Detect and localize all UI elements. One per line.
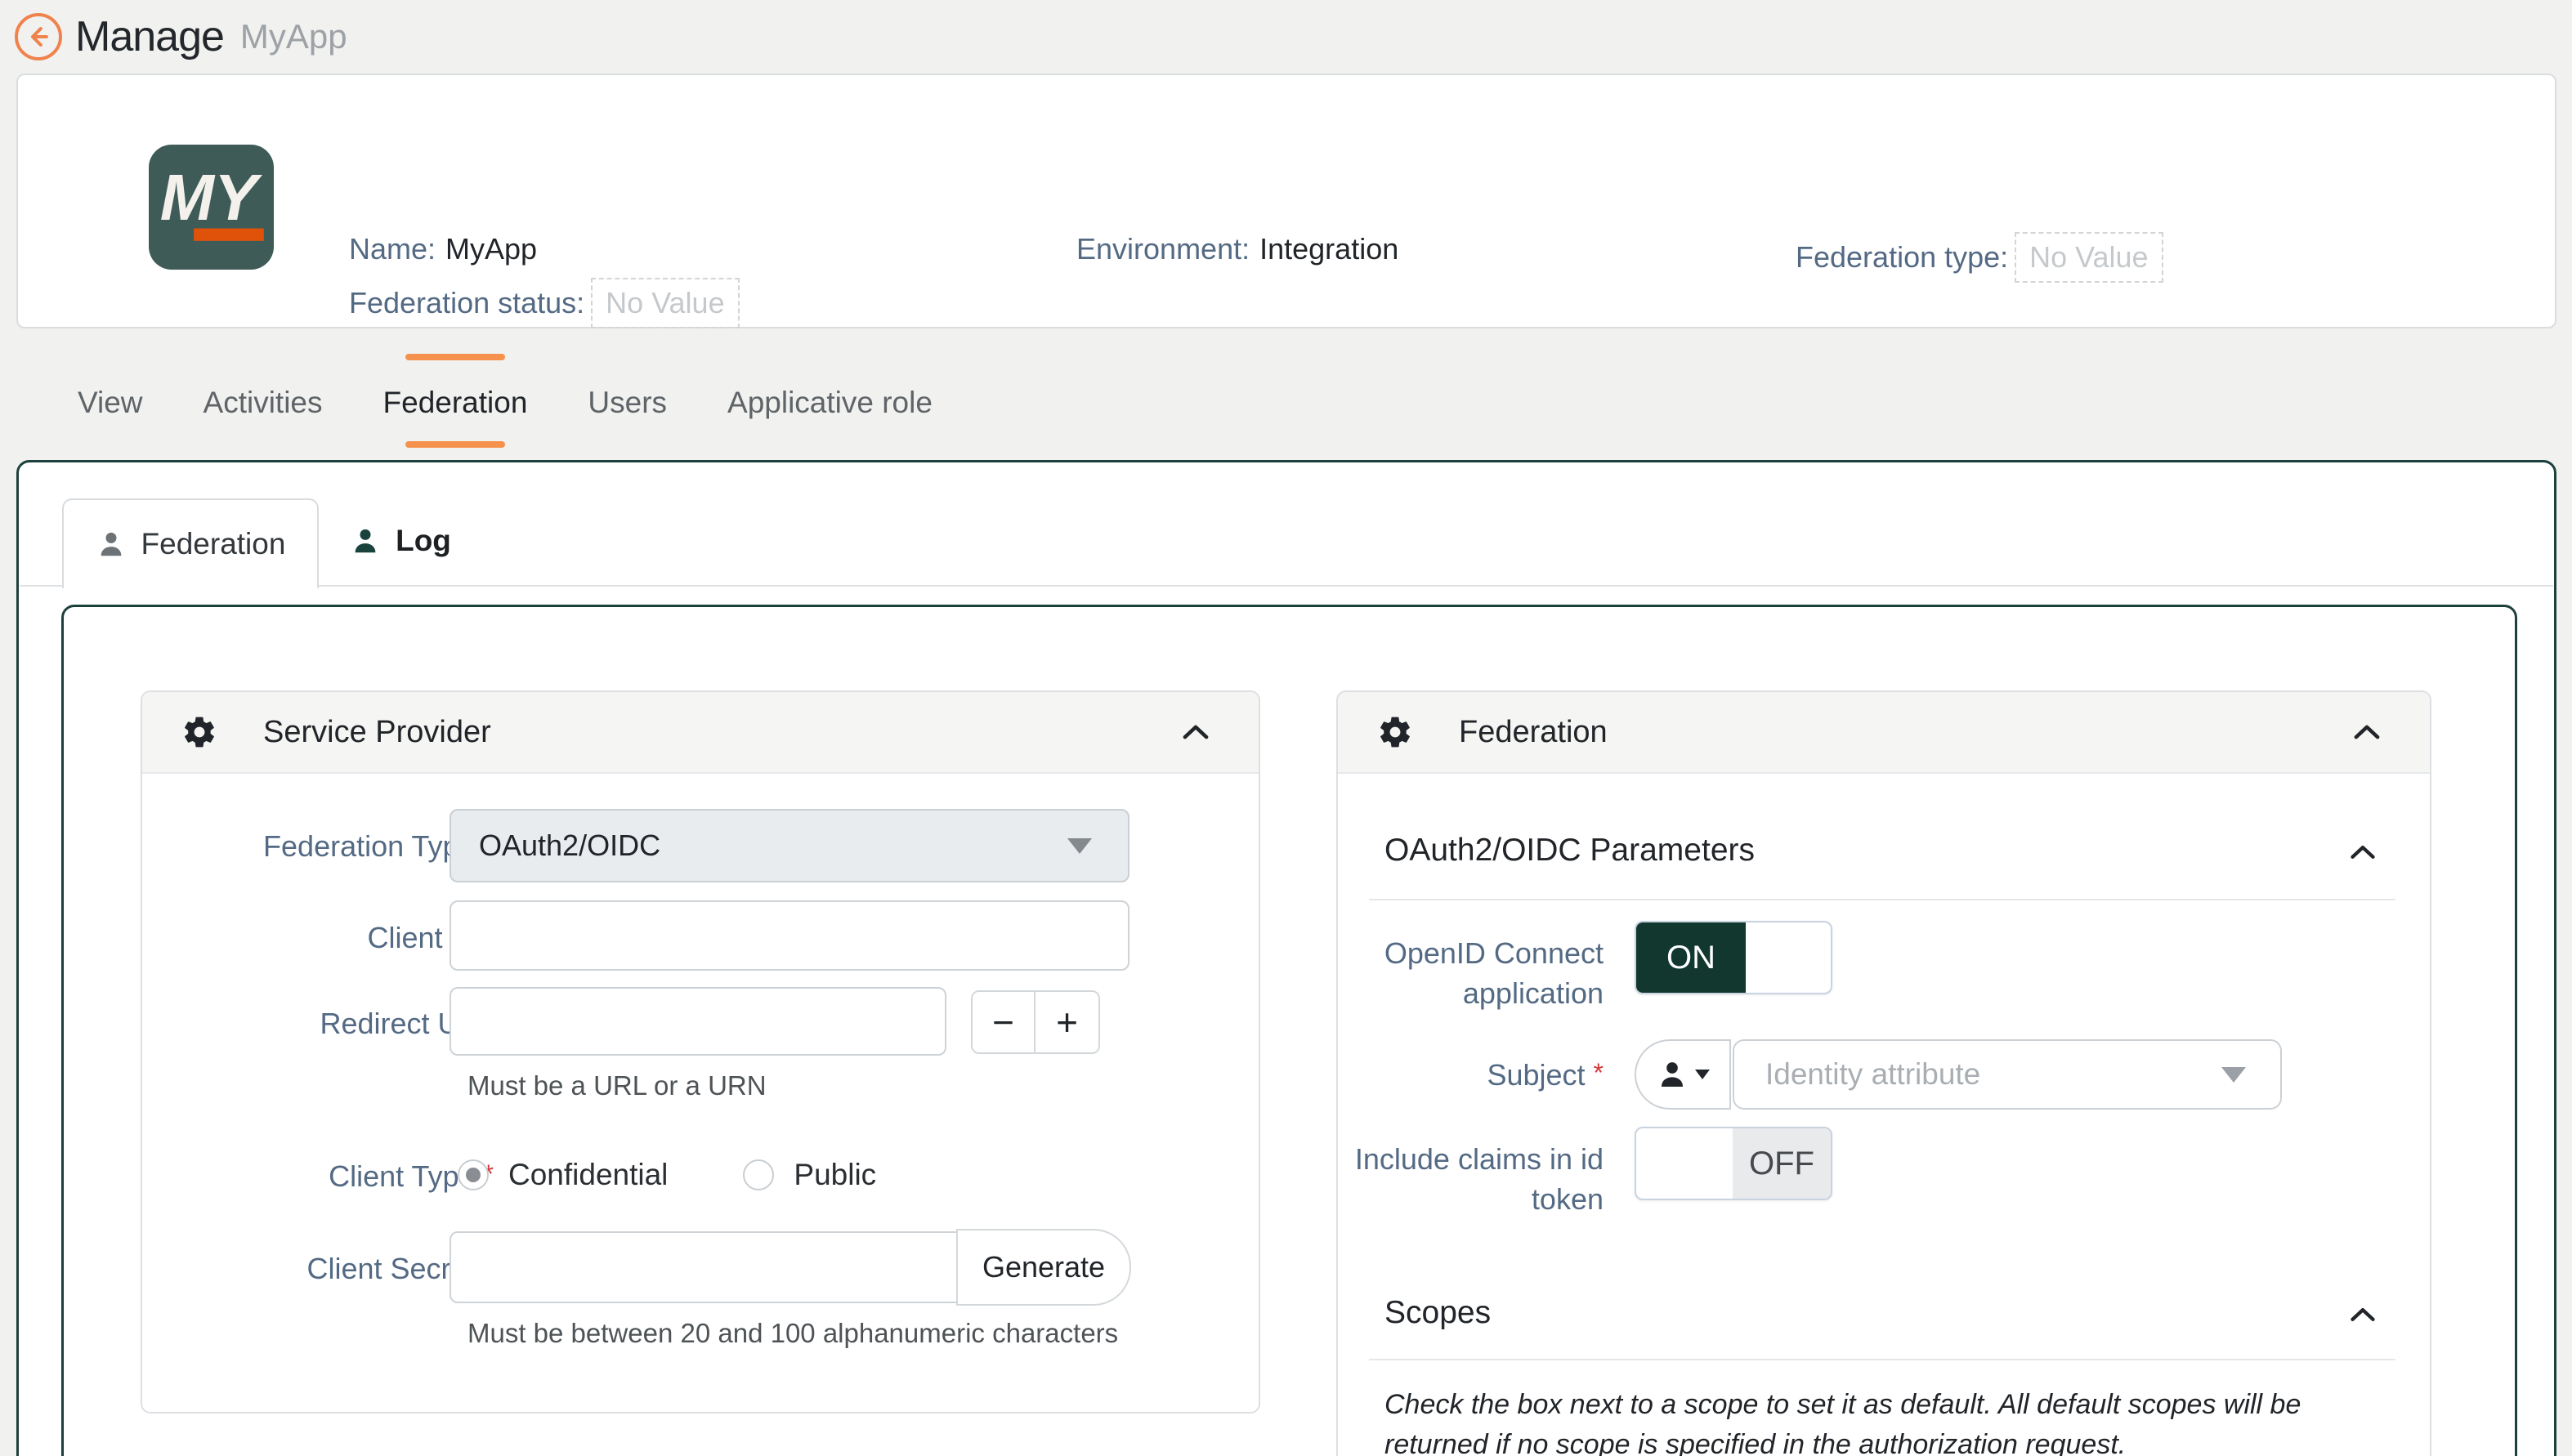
- gear-icon: [1377, 714, 1413, 750]
- redirect-uri-stepper: − +: [971, 990, 1100, 1054]
- name-value: MyApp: [445, 232, 537, 266]
- remove-uri-button[interactable]: −: [973, 992, 1036, 1052]
- chevron-down-icon: [2221, 1067, 2246, 1083]
- chevron-down-icon: [1067, 838, 1092, 854]
- openid-app-label: OpenID Connect application: [1342, 934, 1604, 1013]
- subject-select[interactable]: Identity attribute: [1733, 1039, 2282, 1110]
- subtab-federation-label: Federation: [141, 527, 286, 561]
- tab-view[interactable]: View: [47, 347, 173, 458]
- radio-confidential-label: Confidential: [508, 1158, 668, 1192]
- client-type-label: Client Type*: [142, 1159, 494, 1194]
- page-title: Manage: [75, 12, 224, 61]
- back-button[interactable]: [15, 13, 62, 60]
- environment-field: Environment: Integration: [1076, 232, 1398, 266]
- manage-app-page: Manage MyApp MY Name: MyApp Federation s…: [0, 0, 2572, 1456]
- federation-type-label: Federation type:: [1796, 240, 2008, 275]
- redirect-uri-help: Must be a URL or a URN: [467, 1070, 767, 1101]
- federation-card-header[interactable]: Federation: [1338, 692, 2430, 774]
- subject-label: Subject*: [1342, 1058, 1604, 1092]
- chevron-up-icon[interactable]: [1179, 715, 1213, 749]
- redirect-uri-label: Redirect Uri*: [142, 1007, 494, 1041]
- scopes-note: Check the box next to a scope to set it …: [1384, 1385, 2390, 1456]
- federation-type-select-label: Federation Type*: [142, 829, 494, 864]
- name-field: Name: MyApp: [349, 232, 537, 266]
- tab-activities[interactable]: Activities: [173, 347, 353, 458]
- include-claims-label: Include claims in id token: [1342, 1140, 1604, 1219]
- chevron-up-icon[interactable]: [2346, 1298, 2379, 1331]
- radio-public[interactable]: [743, 1159, 774, 1190]
- federation-type-select[interactable]: OAuth2/OIDC: [450, 809, 1129, 882]
- client-secret-label: Client Secret*: [142, 1252, 494, 1286]
- service-provider-title: Service Provider: [263, 715, 491, 750]
- tab-applicative-role[interactable]: Applicative role: [697, 347, 963, 458]
- tab-users[interactable]: Users: [557, 347, 697, 458]
- environment-value: Integration: [1259, 232, 1398, 266]
- subtab-log[interactable]: Log: [327, 498, 474, 583]
- subject-placeholder: Identity attribute: [1765, 1057, 1980, 1092]
- generate-secret-button[interactable]: Generate: [956, 1229, 1131, 1306]
- subject-source-button[interactable]: [1635, 1039, 1731, 1110]
- gear-icon: [181, 714, 217, 750]
- scopes-heading: Scopes: [1384, 1295, 1491, 1331]
- person-icon: [96, 529, 127, 560]
- add-uri-button[interactable]: +: [1036, 992, 1098, 1052]
- chevron-up-icon[interactable]: [2350, 715, 2384, 749]
- page-header: Manage MyApp: [0, 0, 2572, 74]
- person-icon: [1656, 1058, 1689, 1091]
- tab-federation[interactable]: Federation: [353, 347, 558, 458]
- chevron-down-icon: [1695, 1070, 1710, 1079]
- client-id-input[interactable]: [450, 900, 1129, 971]
- arrow-left-icon: [25, 23, 52, 51]
- section-divider: [1369, 1359, 2395, 1360]
- app-info-card: MY Name: MyApp Federation status: No Val…: [16, 74, 2556, 328]
- app-logo-orange-bar: [194, 229, 264, 241]
- toggle-off-segment: OFF: [1733, 1128, 1831, 1199]
- federation-status-value: No Value: [591, 278, 739, 328]
- radio-confidential[interactable]: [458, 1159, 489, 1190]
- environment-label: Environment:: [1076, 232, 1250, 266]
- client-type-radios: Confidential Public: [458, 1158, 876, 1192]
- chevron-up-icon[interactable]: [2346, 836, 2379, 869]
- radio-public-label: Public: [794, 1158, 876, 1192]
- client-secret-input[interactable]: [450, 1231, 958, 1303]
- main-tab-bar: View Activities Federation Users Applica…: [47, 347, 963, 458]
- redirect-uri-input[interactable]: [450, 987, 946, 1056]
- federation-card-title: Federation: [1459, 715, 1608, 750]
- federation-type-field: Federation type: No Value: [1796, 232, 2163, 283]
- app-logo: MY: [149, 145, 274, 270]
- openid-app-toggle[interactable]: ON: [1635, 921, 1832, 994]
- service-provider-header[interactable]: Service Provider: [142, 692, 1259, 774]
- toggle-on-segment: ON: [1636, 922, 1746, 993]
- person-icon: [350, 525, 381, 556]
- service-provider-card: Service Provider Federation Type* OAuth2…: [141, 690, 1260, 1414]
- federation-type-value: No Value: [2015, 232, 2163, 283]
- federation-type-selected-value: OAuth2/OIDC: [479, 828, 660, 863]
- section-divider: [1369, 899, 2395, 900]
- federation-status-field: Federation status: No Value: [349, 278, 740, 328]
- client-id-label: Client Id*: [142, 921, 494, 955]
- app-logo-text: MY: [160, 161, 263, 234]
- page-subtitle: MyApp: [240, 17, 347, 56]
- tabstrip-divider: [20, 585, 2553, 587]
- client-secret-help: Must be between 20 and 100 alphanumeric …: [467, 1318, 1118, 1349]
- subtab-federation[interactable]: Federation: [62, 498, 319, 588]
- federation-status-label: Federation status:: [349, 286, 584, 320]
- oauth-params-heading: OAuth2/OIDC Parameters: [1384, 833, 1755, 869]
- name-label: Name:: [349, 232, 436, 266]
- federation-card: Federation OAuth2/OIDC Parameters OpenID…: [1336, 690, 2431, 1456]
- subtab-log-label: Log: [396, 524, 451, 558]
- include-claims-toggle[interactable]: OFF: [1635, 1127, 1832, 1200]
